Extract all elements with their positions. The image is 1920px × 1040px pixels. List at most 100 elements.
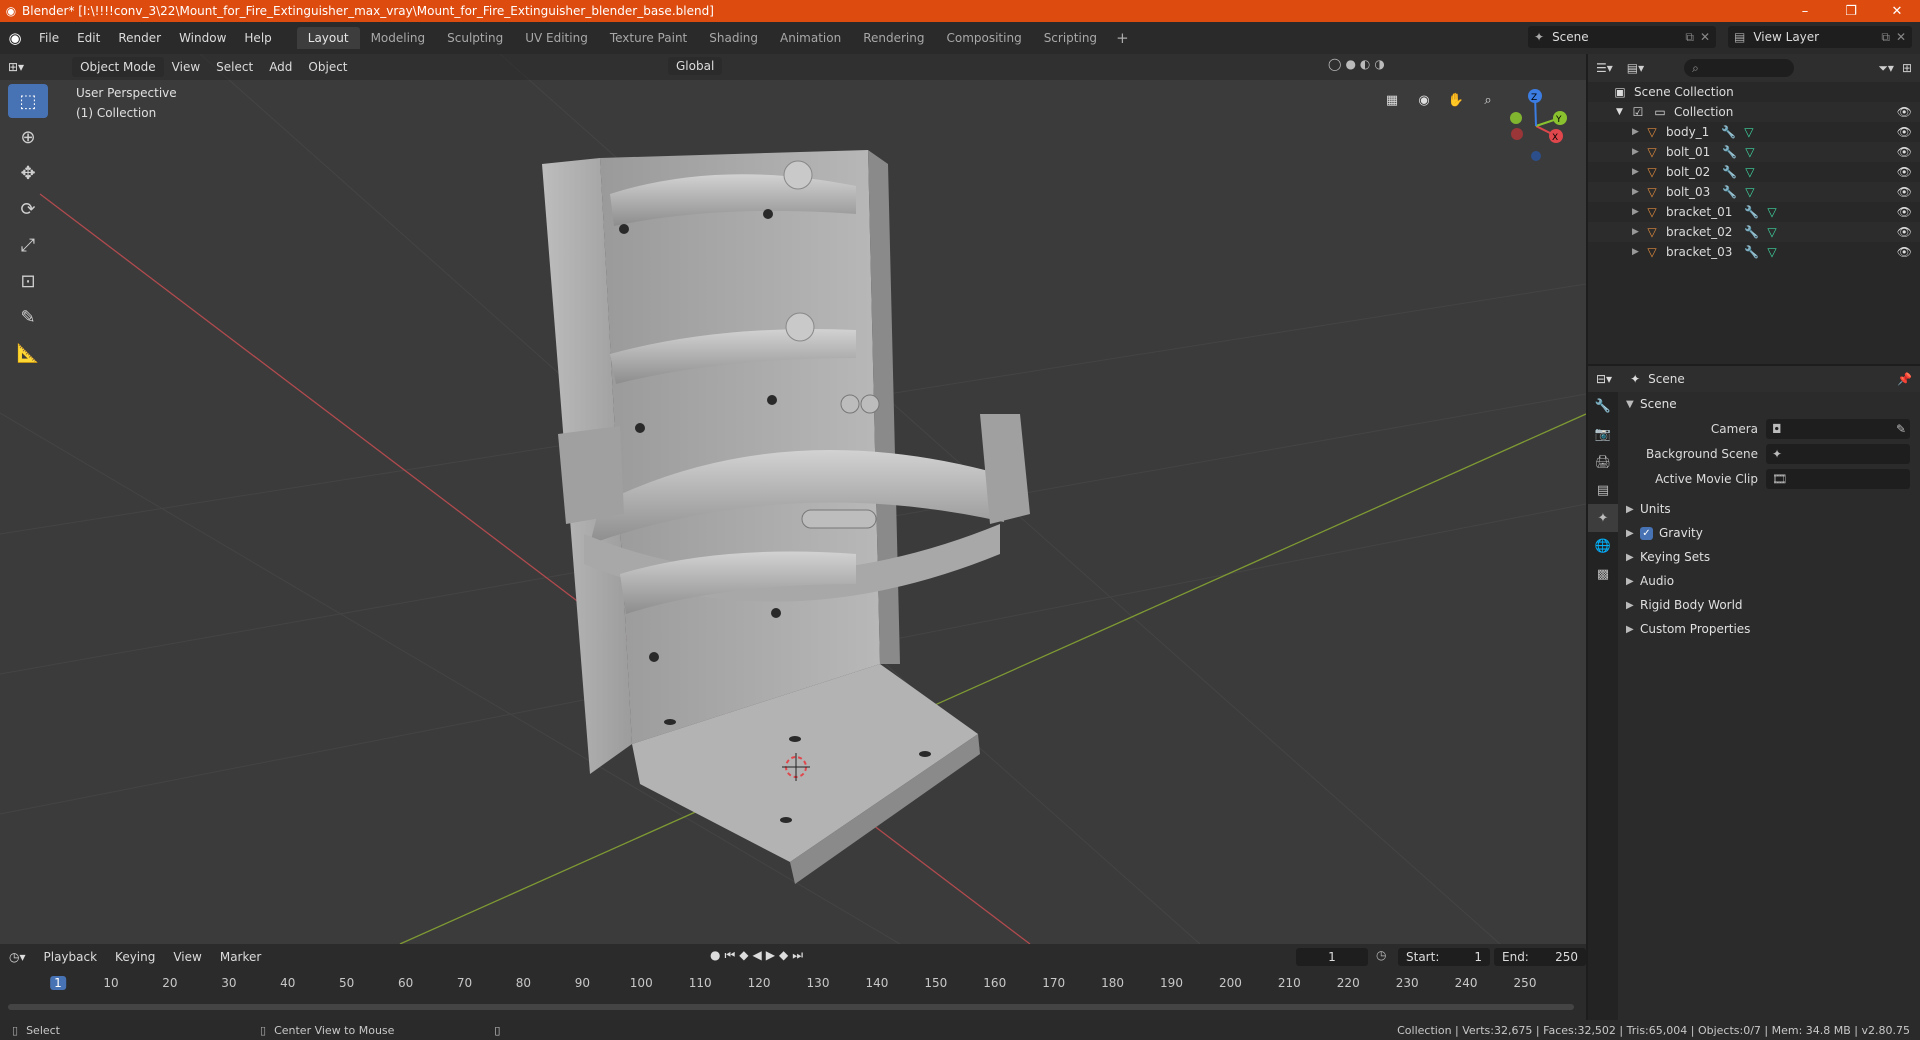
new-collection-icon[interactable]: ⊞ bbox=[1902, 61, 1912, 75]
modifier-wrench-icon[interactable]: 🔧 bbox=[1744, 205, 1759, 219]
tab-modeling[interactable]: Modeling bbox=[360, 27, 437, 49]
visibility-eye-icon[interactable]: 👁 bbox=[1897, 225, 1912, 239]
cursor-tool-icon[interactable]: ⊕ bbox=[8, 120, 48, 154]
expand-arrow-icon[interactable]: ▶ bbox=[1632, 247, 1644, 257]
modifier-wrench-icon[interactable]: 🔧 bbox=[1722, 145, 1737, 159]
outliner-item-body-1[interactable]: ▶ ▽ body_1 🔧 ▽ 👁 bbox=[1588, 122, 1920, 142]
menu-select[interactable]: Select bbox=[208, 58, 261, 76]
mode-dropdown[interactable]: Object Mode bbox=[72, 57, 164, 77]
record-icon[interactable]: ● bbox=[710, 948, 720, 963]
view-layer-tab-icon[interactable]: ▤ bbox=[1588, 476, 1618, 504]
modifier-wrench-icon[interactable]: 🔧 bbox=[1721, 125, 1736, 139]
pin-icon[interactable]: 📌 bbox=[1897, 372, 1912, 386]
scene-panel-header[interactable]: ▼ Scene bbox=[1618, 392, 1920, 416]
clock-icon[interactable]: ◷ bbox=[1376, 948, 1386, 962]
visibility-eye-icon[interactable]: 👁 bbox=[1897, 125, 1912, 139]
end-frame-field[interactable]: End: 250 bbox=[1494, 948, 1586, 966]
mesh-data-icon[interactable]: ▽ bbox=[1744, 125, 1753, 139]
visibility-eye-icon[interactable]: 👁 bbox=[1897, 145, 1912, 159]
menu-object[interactable]: Object bbox=[300, 58, 355, 76]
measure-tool-icon[interactable]: 📐 bbox=[8, 336, 48, 370]
timeline-editor-icon[interactable]: ◷▾ bbox=[0, 950, 35, 964]
outliner-item-bolt-02[interactable]: ▶ ▽ bolt_02 🔧 ▽ 👁 bbox=[1588, 162, 1920, 182]
scale-tool-icon[interactable]: ⤢ bbox=[8, 228, 48, 262]
tab-sculpting[interactable]: Sculpting bbox=[436, 27, 514, 49]
units-panel-header[interactable]: ▶ Units bbox=[1618, 497, 1920, 521]
add-workspace-icon[interactable]: + bbox=[1108, 29, 1137, 47]
scene-collection-row[interactable]: ▣ Scene Collection bbox=[1588, 82, 1920, 102]
timeline-scrollbar[interactable] bbox=[8, 1004, 1574, 1010]
toggle-grid-icon[interactable]: ▦ bbox=[1380, 88, 1404, 112]
menu-edit[interactable]: Edit bbox=[68, 31, 109, 45]
menu-marker[interactable]: Marker bbox=[211, 950, 270, 964]
zoom-icon[interactable]: ⌕ bbox=[1476, 88, 1500, 112]
rendered-shading-icon[interactable]: ◑ bbox=[1374, 57, 1384, 71]
close-button[interactable]: ✕ bbox=[1874, 4, 1920, 19]
active-movie-clip-field[interactable]: 🎞 bbox=[1766, 468, 1910, 489]
rigid-body-world-panel-header[interactable]: ▶ Rigid Body World bbox=[1618, 593, 1920, 617]
tab-scripting[interactable]: Scripting bbox=[1033, 27, 1108, 49]
tab-shading[interactable]: Shading bbox=[698, 27, 769, 49]
menu-render[interactable]: Render bbox=[109, 31, 170, 45]
start-frame-field[interactable]: Start: 1 bbox=[1398, 948, 1490, 966]
visibility-eye-icon[interactable]: 👁 bbox=[1897, 165, 1912, 179]
tool-tab-icon[interactable]: 🔧 bbox=[1588, 392, 1618, 420]
properties-editor-icon[interactable]: ⊟▾ bbox=[1596, 372, 1612, 386]
menu-timeline-view[interactable]: View bbox=[164, 950, 210, 964]
expand-arrow-icon[interactable]: ▶ bbox=[1632, 227, 1644, 237]
extinguisher-mount-model[interactable] bbox=[542, 150, 1030, 884]
menu-playback[interactable]: Playback bbox=[35, 950, 107, 964]
mesh-data-icon[interactable]: ▽ bbox=[1745, 145, 1754, 159]
gravity-panel-header[interactable]: ▶ ✓ Gravity bbox=[1618, 521, 1920, 545]
rotate-tool-icon[interactable]: ⟳ bbox=[8, 192, 48, 226]
tab-texture-paint[interactable]: Texture Paint bbox=[599, 27, 698, 49]
annotate-tool-icon[interactable]: ✎ bbox=[8, 300, 48, 334]
viewport-scene[interactable]: X Y Z bbox=[0, 54, 1586, 944]
play-reverse-icon[interactable]: ◀ bbox=[753, 948, 762, 963]
maximize-button[interactable]: ❐ bbox=[1828, 4, 1874, 19]
expand-arrow-icon[interactable]: ▶ bbox=[1632, 127, 1644, 137]
3d-viewport[interactable]: X Y Z ⊞▾ Object Mode View Select Add Obj… bbox=[0, 54, 1586, 944]
prev-keyframe-icon[interactable]: ◆ bbox=[739, 948, 748, 963]
filter-icon[interactable]: ⏷▾ bbox=[1878, 61, 1894, 76]
menu-keying[interactable]: Keying bbox=[106, 950, 164, 964]
display-mode-icon[interactable]: ▤▾ bbox=[1627, 61, 1644, 75]
outliner-item-bracket-02[interactable]: ▶ ▽ bracket_02 🔧 ▽ 👁 bbox=[1588, 222, 1920, 242]
current-frame-field[interactable]: 1 bbox=[1296, 948, 1368, 966]
output-tab-icon[interactable]: 🖨 bbox=[1588, 448, 1618, 476]
modifier-wrench-icon[interactable]: 🔧 bbox=[1744, 225, 1759, 239]
outliner-item-bolt-03[interactable]: ▶ ▽ bolt_03 🔧 ▽ 👁 bbox=[1588, 182, 1920, 202]
visibility-eye-icon[interactable]: 👁 bbox=[1897, 245, 1912, 259]
menu-add[interactable]: Add bbox=[261, 58, 300, 76]
next-keyframe-icon[interactable]: ◆ bbox=[779, 948, 788, 963]
blender-menu-icon[interactable]: ◉ bbox=[0, 29, 30, 47]
material-shading-icon[interactable]: ◐ bbox=[1360, 57, 1370, 71]
transform-tool-icon[interactable]: ⊡ bbox=[8, 264, 48, 298]
move-tool-icon[interactable]: ✥ bbox=[8, 156, 48, 190]
minimize-button[interactable]: – bbox=[1782, 4, 1828, 19]
custom-properties-panel-header[interactable]: ▶ Custom Properties bbox=[1618, 617, 1920, 641]
expand-arrow-icon[interactable]: ▶ bbox=[1632, 207, 1644, 217]
remove-icon[interactable]: ✕ bbox=[1896, 30, 1906, 44]
modifier-wrench-icon[interactable]: 🔧 bbox=[1744, 245, 1759, 259]
editor-type-icon[interactable]: ⊞▾ bbox=[0, 58, 32, 76]
menu-file[interactable]: File bbox=[30, 31, 68, 45]
navigation-gizmo[interactable]: X Y Z bbox=[1510, 89, 1567, 161]
tab-compositing[interactable]: Compositing bbox=[935, 27, 1032, 49]
menu-window[interactable]: Window bbox=[170, 31, 235, 45]
modifier-wrench-icon[interactable]: 🔧 bbox=[1722, 185, 1737, 199]
tab-uv-editing[interactable]: UV Editing bbox=[514, 27, 599, 49]
scene-tab-icon[interactable]: ✦ bbox=[1588, 504, 1618, 532]
outliner-search-input[interactable]: ⌕ bbox=[1684, 59, 1795, 77]
modifier-wrench-icon[interactable]: 🔧 bbox=[1722, 165, 1737, 179]
wireframe-shading-icon[interactable]: ◯ bbox=[1328, 57, 1341, 71]
expand-arrow-icon[interactable]: ▶ bbox=[1632, 167, 1644, 177]
outliner-item-bolt-01[interactable]: ▶ ▽ bolt_01 🔧 ▽ 👁 bbox=[1588, 142, 1920, 162]
pan-hand-icon[interactable]: ✋ bbox=[1444, 88, 1468, 112]
background-scene-field[interactable]: ✦ bbox=[1766, 443, 1910, 464]
keying-sets-panel-header[interactable]: ▶ Keying Sets bbox=[1618, 545, 1920, 569]
mesh-data-icon[interactable]: ▽ bbox=[1745, 185, 1754, 199]
camera-field[interactable]: ◘ ✎ bbox=[1766, 418, 1910, 439]
orientation-dropdown[interactable]: Global bbox=[668, 57, 723, 75]
jump-end-icon[interactable]: ⏭ bbox=[792, 948, 803, 963]
